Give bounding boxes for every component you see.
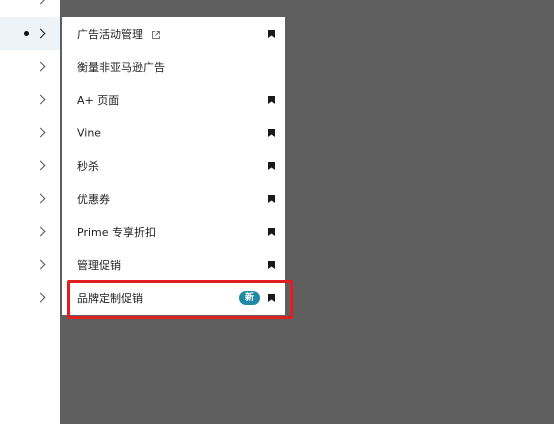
bookmark-icon[interactable] [268, 194, 275, 203]
menu-item-label: 秒杀 [77, 159, 99, 173]
bookmark-icon[interactable] [268, 128, 275, 137]
chevron-right-icon [35, 292, 46, 302]
chevron-right-icon [35, 0, 46, 4]
menu-item-campaign-manager[interactable]: 广告活动管理 [62, 17, 285, 50]
external-link-icon [151, 30, 160, 39]
rail-expand-row[interactable] [0, 281, 60, 314]
bookmark-icon[interactable] [268, 260, 275, 269]
menu-item-lightning-deals[interactable]: 秒杀 [62, 149, 285, 182]
chevron-right-icon [35, 226, 46, 236]
chevron-right-icon [35, 61, 46, 71]
chevron-right-icon [35, 94, 46, 104]
rail-expand-row[interactable] [0, 50, 60, 83]
chevron-right-icon [35, 193, 46, 203]
menu-item-label: 管理促销 [77, 258, 121, 272]
menu-item-prime-discounts[interactable]: Prime 专享折扣 [62, 215, 285, 248]
flyout-menu: 广告活动管理 衡量非亚马逊广告 A+ 页面 Vine 秒杀 优惠券 Prime … [62, 17, 285, 315]
menu-item-a-plus-content[interactable]: A+ 页面 [62, 83, 285, 116]
menu-item-non-amazon-ads[interactable]: 衡量非亚马逊广告 [62, 50, 285, 83]
menu-item-coupons[interactable]: 优惠券 [62, 182, 285, 215]
menu-item-label: Vine [77, 126, 102, 139]
highlight-box [67, 280, 293, 319]
rail-expand-row-active[interactable] [0, 17, 60, 50]
bookmark-icon[interactable] [268, 95, 275, 104]
menu-item-label: 优惠券 [77, 192, 110, 206]
rail-expand-row[interactable] [0, 0, 60, 16]
chevron-right-icon [35, 259, 46, 269]
rail-expand-row[interactable] [0, 116, 60, 149]
left-nav-rail [0, 0, 60, 424]
menu-item-label: A+ 页面 [77, 93, 120, 107]
rail-expand-row[interactable] [0, 149, 60, 182]
rail-expand-row[interactable] [0, 215, 60, 248]
chevron-right-icon [35, 127, 46, 137]
chevron-right-icon [35, 28, 46, 38]
bookmark-icon[interactable] [268, 29, 275, 38]
rail-expand-row[interactable] [0, 182, 60, 215]
menu-item-vine[interactable]: Vine [62, 116, 285, 149]
chevron-right-icon [35, 160, 46, 170]
menu-item-manage-promotions[interactable]: 管理促销 [62, 248, 285, 281]
menu-item-label: Prime 专享折扣 [77, 225, 156, 239]
bookmark-icon[interactable] [268, 227, 275, 236]
rail-expand-row[interactable] [0, 248, 60, 281]
rail-expand-row[interactable] [0, 83, 60, 116]
active-dot-icon [24, 31, 29, 36]
menu-item-label: 广告活动管理 [77, 27, 143, 41]
menu-item-label: 衡量非亚马逊广告 [77, 60, 165, 74]
bookmark-icon[interactable] [268, 161, 275, 170]
